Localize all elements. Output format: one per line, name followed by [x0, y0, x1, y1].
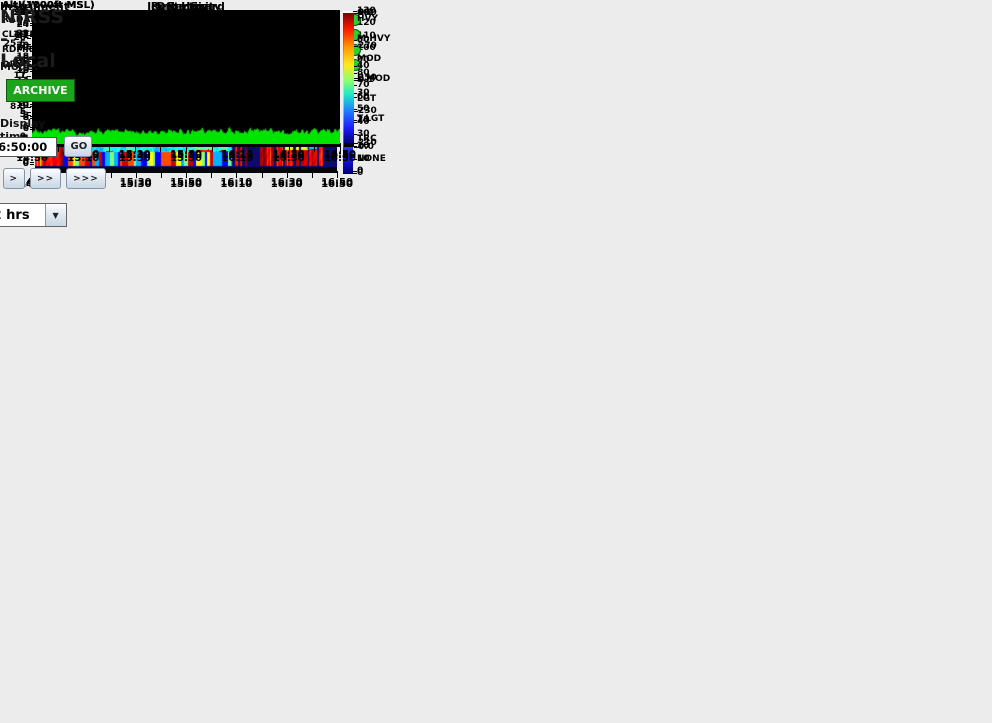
x-tick [262, 173, 263, 178]
x-tick [186, 144, 187, 149]
x-tick [236, 173, 237, 178]
nav-button[interactable]: > [3, 168, 26, 189]
colorbar-tick-label: 210 [358, 139, 377, 148]
x-tick [289, 144, 290, 149]
x-tick [263, 144, 264, 149]
x-tick [212, 144, 213, 149]
colorbar-tick-label: 270 [358, 42, 377, 51]
colorbar-tick-label: 40 [357, 62, 370, 71]
severity-label: NONE [357, 154, 386, 164]
chevron-down-icon[interactable]: ▼ [45, 204, 66, 226]
x-tick [58, 144, 59, 149]
nirss-app: { "app": { "title": "NIRSS - Local", "ba… [0, 0, 992, 723]
x-tick [211, 173, 212, 178]
x-tick-label: 16:30 [273, 150, 305, 161]
x-tick [136, 173, 137, 178]
y-tick-label: 8.5 [0, 102, 26, 112]
ilw-plot-canvas [32, 12, 340, 144]
go-button[interactable]: GO [64, 136, 92, 157]
y-tick [27, 115, 31, 116]
x-tick-label: 15:30 [120, 179, 152, 190]
x-tick-label: 15:30 [119, 150, 151, 161]
x-tick [287, 173, 288, 178]
colorbar-tick-label: 230 [358, 107, 377, 116]
x-tick [160, 144, 161, 149]
y-tick [27, 107, 31, 108]
display-time-input[interactable] [0, 137, 57, 157]
x-tick-label: 16:50 [321, 179, 353, 190]
x-tick-label: 16:50 [324, 150, 356, 161]
x-tick-label: 16:10 [221, 150, 253, 161]
colorbar-tick-label: 0 [357, 169, 363, 178]
archive-button[interactable]: ARCHIVE [6, 79, 74, 102]
colorbar-tick-label: 30 [357, 89, 370, 98]
time-zoom-value: 2 hrs [0, 204, 45, 226]
x-tick [111, 173, 112, 178]
time-zoom-select[interactable]: 2 hrs ▼ [0, 203, 67, 227]
x-tick [161, 173, 162, 178]
colorbar-tick-label: 250 [358, 74, 377, 83]
x-tick [109, 144, 110, 149]
x-tick-label: 16:30 [271, 179, 303, 190]
y-tick [27, 76, 31, 77]
colorbar [344, 13, 354, 143]
y-tick [30, 164, 34, 165]
x-tick [340, 144, 341, 149]
x-tick-label: 15:50 [170, 150, 202, 161]
x-tick-label: 15:50 [170, 179, 202, 190]
nav-button[interactable]: >>> [66, 168, 106, 189]
x-tick [186, 173, 187, 178]
x-tick [337, 173, 338, 178]
y-tick [27, 35, 31, 36]
y-tick [27, 112, 31, 113]
x-tick [135, 144, 136, 149]
x-tick-label: 16:10 [220, 179, 252, 190]
x-tick [314, 144, 315, 149]
nav-button[interactable]: >> [30, 168, 61, 189]
y-tick [27, 44, 31, 45]
colorbar-tick-label: 290 [358, 9, 377, 18]
x-tick [237, 144, 238, 149]
x-tick [312, 173, 313, 178]
colorbar-tick-label: 20 [357, 116, 370, 125]
y-tick [27, 38, 31, 39]
